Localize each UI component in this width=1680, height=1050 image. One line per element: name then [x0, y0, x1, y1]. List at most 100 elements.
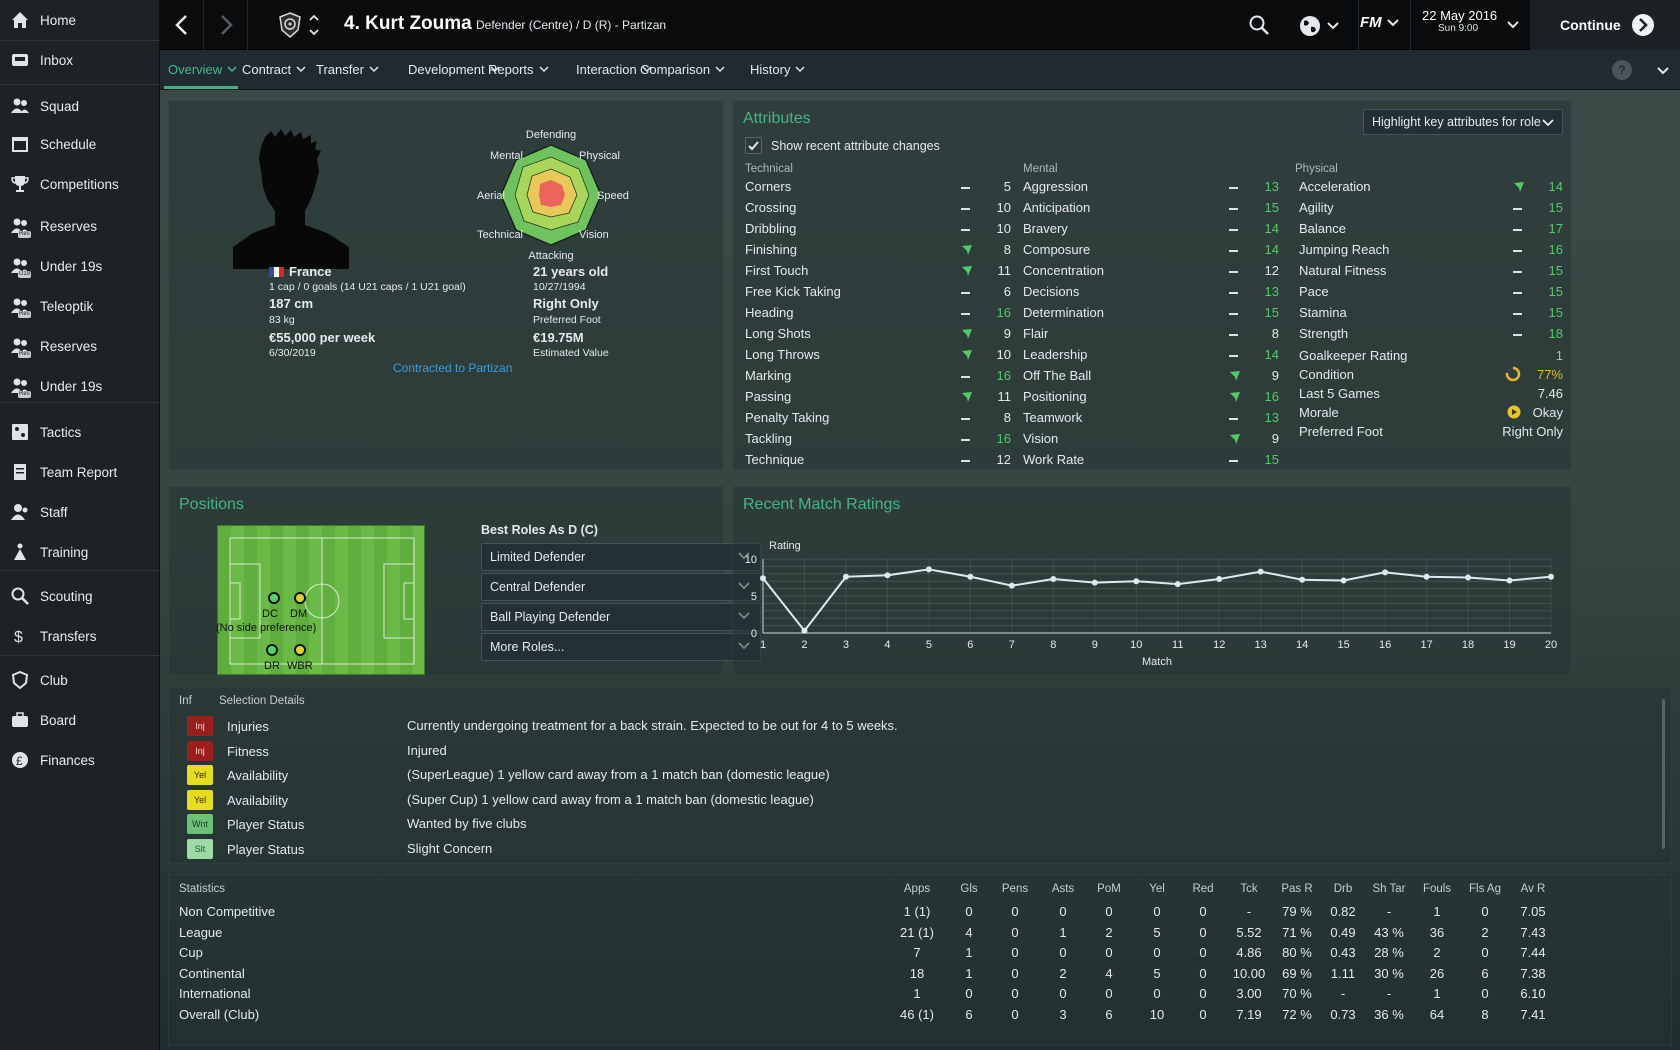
- sidebar-item-club[interactable]: Club: [0, 660, 160, 700]
- pitch-diagram[interactable]: DC (No side preference) DM DR WBR: [216, 525, 425, 675]
- sidebar-item-teleoptik[interactable]: Res Teleoptik: [0, 286, 160, 326]
- selection-row[interactable]: Yel Availability (SuperLeague) 1 yellow ca…: [169, 762, 1671, 788]
- tab-contract[interactable]: Contract: [242, 50, 306, 90]
- attribute-row[interactable]: Bravery 14: [1023, 219, 1285, 240]
- sidebar-item-training[interactable]: Training: [0, 532, 160, 572]
- sidebar-item-under-19s[interactable]: Res Under 19s: [0, 366, 160, 406]
- stat-row[interactable]: Non Competitive 1 (1) 0 0 0 0 0 0-79 % 0.82-1 0 7.…: [169, 901, 1680, 923]
- sidebar-item-reserves[interactable]: Res Reserves: [0, 206, 160, 246]
- player-switcher[interactable]: [308, 12, 320, 38]
- attribute-row[interactable]: Dribbling 10: [745, 219, 1017, 240]
- contract-club-link[interactable]: Contracted to Partizan: [393, 361, 512, 375]
- selection-row[interactable]: Inj Fitness Injured: [169, 738, 1671, 764]
- sidebar-item-finances[interactable]: £ Finances: [0, 740, 160, 780]
- attribute-row[interactable]: First Touch 11: [745, 261, 1017, 282]
- role-dropdown-2[interactable]: Central Defender: [481, 573, 761, 601]
- attribute-row[interactable]: Corners 5: [745, 177, 1017, 198]
- help-button[interactable]: ?: [1612, 60, 1632, 80]
- back-button[interactable]: [160, 0, 204, 50]
- attribute-row[interactable]: Teamwork 13: [1023, 408, 1285, 429]
- sidebar-item-under-19s[interactable]: U19 Under 19s: [0, 246, 160, 286]
- continue-button[interactable]: Continue: [1530, 0, 1680, 50]
- attribute-row[interactable]: Concentration 12: [1023, 261, 1285, 282]
- rating-point[interactable]: [1091, 579, 1098, 586]
- fm-menu-button[interactable]: FM: [1360, 14, 1400, 31]
- stat-row[interactable]: League 21 (1) 4 0 1 2 5 0 5.52 71 % 0.49 43 % 36 2 7.4…: [169, 922, 1680, 944]
- rating-point[interactable]: [760, 575, 766, 582]
- attribute-row[interactable]: Anticipation 15: [1023, 198, 1285, 219]
- attribute-row[interactable]: Finishing 8: [745, 240, 1017, 261]
- tab-comparison[interactable]: Comparison: [640, 50, 725, 90]
- tab-transfer[interactable]: Transfer: [316, 50, 379, 90]
- attribute-row[interactable]: Pace 15: [1299, 282, 1569, 303]
- sidebar-item-scouting[interactable]: Scouting: [0, 576, 160, 616]
- rating-point[interactable]: [1050, 575, 1057, 582]
- club-crest-icon[interactable]: [278, 12, 302, 38]
- forward-button[interactable]: [204, 0, 248, 50]
- role-dropdown-4[interactable]: More Roles...: [481, 633, 761, 661]
- tab-history[interactable]: History: [750, 50, 805, 90]
- sidebar-item-inbox[interactable]: Inbox: [0, 40, 160, 80]
- attribute-row[interactable]: Tackling 16: [745, 429, 1017, 450]
- tab-development[interactable]: Development: [408, 50, 500, 90]
- rating-point[interactable]: [925, 566, 932, 573]
- rating-point[interactable]: [884, 572, 891, 579]
- rating-point[interactable]: [1299, 576, 1306, 583]
- rating-point[interactable]: [1548, 573, 1554, 580]
- rating-point[interactable]: [1008, 582, 1015, 589]
- search-button[interactable]: [1248, 14, 1270, 39]
- sidebar-item-board[interactable]: Board: [0, 700, 160, 740]
- rating-point[interactable]: [1216, 575, 1223, 582]
- rating-point[interactable]: [1465, 574, 1472, 581]
- attribute-row[interactable]: Balance 17: [1299, 219, 1569, 240]
- sidebar-item-reserves[interactable]: Res Reserves: [0, 326, 160, 366]
- stat-row[interactable]: International 1 0 0 0 0 0 0 3.00 70 % - -1 0 6.10: [169, 983, 1680, 1005]
- attribute-row[interactable]: Long Shots 9: [745, 324, 1017, 345]
- attribute-row[interactable]: Work Rate 15: [1023, 450, 1285, 471]
- sidebar-item-transfers[interactable]: $ Transfers: [0, 616, 160, 656]
- rating-point[interactable]: [1506, 577, 1513, 584]
- sidebar-item-schedule[interactable]: Schedule: [0, 124, 160, 164]
- stat-row[interactable]: Cup 7 1 0 0 0 0 0 4.86 80 % 0.43 28 % 2 0 7.44: [169, 942, 1680, 964]
- sidebar-item-squad[interactable]: Squad: [0, 86, 160, 126]
- attribute-row[interactable]: Jumping Reach 16: [1299, 240, 1569, 261]
- rating-point[interactable]: [801, 627, 808, 634]
- attribute-row[interactable]: Heading 16: [745, 303, 1017, 324]
- rating-point[interactable]: [1340, 577, 1347, 584]
- rating-point[interactable]: [1174, 581, 1181, 588]
- show-changes-checkbox[interactable]: [745, 137, 762, 154]
- world-menu-button[interactable]: [1298, 14, 1340, 38]
- attribute-row[interactable]: Crossing 10: [745, 198, 1017, 219]
- attribute-row[interactable]: Free Kick Taking 6: [745, 282, 1017, 303]
- rating-point[interactable]: [1133, 578, 1140, 585]
- attribute-row[interactable]: Agility 15: [1299, 198, 1569, 219]
- attribute-row[interactable]: Leadership 14: [1023, 345, 1285, 366]
- rating-point[interactable]: [1423, 573, 1430, 580]
- nationality[interactable]: France: [289, 264, 332, 279]
- attribute-row[interactable]: Technique 12: [745, 450, 1017, 471]
- selection-row[interactable]: Yel Availability (Super Cup) 1 yellow card…: [169, 787, 1671, 813]
- stat-column-header[interactable]: Av R: [1493, 883, 1573, 895]
- attribute-row[interactable]: Composure 14: [1023, 240, 1285, 261]
- attribute-row[interactable]: Stamina 15: [1299, 303, 1569, 324]
- role-dropdown-1[interactable]: Limited Defender: [481, 543, 761, 571]
- attribute-row[interactable]: Vision 9: [1023, 429, 1285, 450]
- stat-row[interactable]: Overall (Club) 46 (1) 6 0 3 6 10 0 7.19 72 % 0.73 3…: [169, 1004, 1680, 1026]
- highlight-role-dropdown[interactable]: Highlight key attributes for role: [1363, 109, 1563, 135]
- sidebar-item-tactics[interactable]: Tactics: [0, 412, 160, 452]
- sidebar-item-staff[interactable]: Staff: [0, 492, 160, 532]
- selection-scrollbar[interactable]: [1662, 699, 1665, 849]
- attribute-row[interactable]: Aggression 13: [1023, 177, 1285, 198]
- tab-reports[interactable]: Reports: [488, 50, 549, 90]
- sidebar-item-competitions[interactable]: Competitions: [0, 164, 160, 204]
- attribute-row[interactable]: Off The Ball 9: [1023, 366, 1285, 387]
- rating-point[interactable]: [1382, 569, 1389, 576]
- attribute-row[interactable]: Marking 16: [745, 366, 1017, 387]
- role-dropdown-3[interactable]: Ball Playing Defender: [481, 603, 761, 631]
- selection-row[interactable]: Wnt Player Status Wanted by five clubs: [169, 811, 1671, 837]
- tab-overview[interactable]: Overview: [168, 50, 237, 90]
- attribute-row[interactable]: Passing 11: [745, 387, 1017, 408]
- rating-point[interactable]: [842, 573, 849, 580]
- collapse-menu-chevron-icon[interactable]: [1656, 66, 1670, 76]
- rating-point[interactable]: [967, 573, 974, 580]
